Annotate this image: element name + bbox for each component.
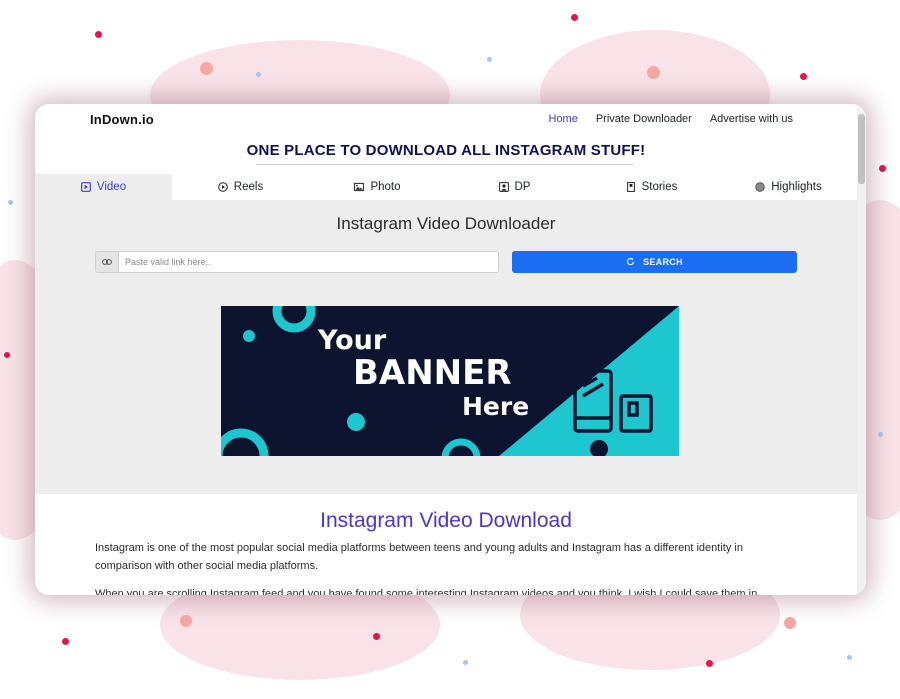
search-group bbox=[95, 251, 499, 273]
browser-window: InDown.io Home Private Downloader Advert… bbox=[35, 104, 866, 595]
article-paragraph: When you are scrolling Instagram feed an… bbox=[95, 588, 758, 595]
tab-label: Photo bbox=[370, 181, 401, 193]
tab-photo[interactable]: Photo bbox=[309, 174, 446, 200]
nav-link-home[interactable]: Home bbox=[549, 113, 578, 125]
download-type-tabs: Video Reels Photo DP Stories Highlights bbox=[35, 174, 857, 200]
bookmark-icon bbox=[626, 182, 636, 192]
search-button-label: SEARCH bbox=[643, 257, 683, 267]
article-content: Instagram Video Download Instagram is on… bbox=[35, 494, 857, 595]
tab-label: Stories bbox=[641, 181, 678, 193]
scrollbar[interactable] bbox=[857, 104, 866, 595]
ad-banner[interactable]: Your BANNER Here bbox=[221, 306, 679, 456]
tab-highlights[interactable]: Highlights bbox=[720, 174, 857, 200]
tab-label: Video bbox=[96, 181, 127, 193]
tab-video[interactable]: Video bbox=[35, 174, 172, 200]
tab-stories[interactable]: Stories bbox=[583, 174, 720, 200]
tagline-divider bbox=[257, 164, 633, 165]
tab-label: DP bbox=[514, 181, 531, 193]
nav-links: Home Private Downloader Advertise with u… bbox=[549, 113, 794, 125]
tab-label: Reels bbox=[233, 181, 264, 193]
navbar: InDown.io Home Private Downloader Advert… bbox=[35, 104, 857, 136]
downloader-panel: Instagram Video Downloader SEARCH bbox=[35, 200, 857, 494]
person-square-icon bbox=[498, 182, 509, 192]
play-square-icon bbox=[80, 182, 91, 192]
banner-text-line3: Here bbox=[462, 392, 530, 421]
nav-link-advertise[interactable]: Advertise with us bbox=[710, 113, 793, 125]
brand-logo[interactable]: InDown.io bbox=[90, 112, 154, 127]
play-circle-icon bbox=[217, 182, 228, 192]
page-tagline: ONE PLACE TO DOWNLOAD ALL INSTAGRAM STUF… bbox=[246, 142, 646, 159]
article-paragraph: Instagram is one of the most popular soc… bbox=[95, 542, 743, 572]
banner-text-line1: Your bbox=[318, 325, 387, 356]
nav-link-private-downloader[interactable]: Private Downloader bbox=[596, 113, 692, 125]
scrollbar-thumb[interactable] bbox=[858, 114, 865, 184]
tab-label: Highlights bbox=[771, 181, 822, 193]
image-icon bbox=[354, 182, 365, 192]
search-button[interactable]: SEARCH bbox=[512, 251, 797, 273]
tab-dp[interactable]: DP bbox=[446, 174, 583, 200]
article-title: Instagram Video Download bbox=[320, 509, 572, 532]
panel-title: Instagram Video Downloader bbox=[336, 214, 556, 233]
refresh-icon bbox=[626, 257, 635, 268]
banner-text-line2: BANNER bbox=[353, 353, 512, 393]
circle-icon bbox=[755, 182, 765, 192]
link-input[interactable] bbox=[118, 251, 499, 273]
tab-reels[interactable]: Reels bbox=[172, 174, 309, 200]
link-icon bbox=[95, 251, 118, 273]
